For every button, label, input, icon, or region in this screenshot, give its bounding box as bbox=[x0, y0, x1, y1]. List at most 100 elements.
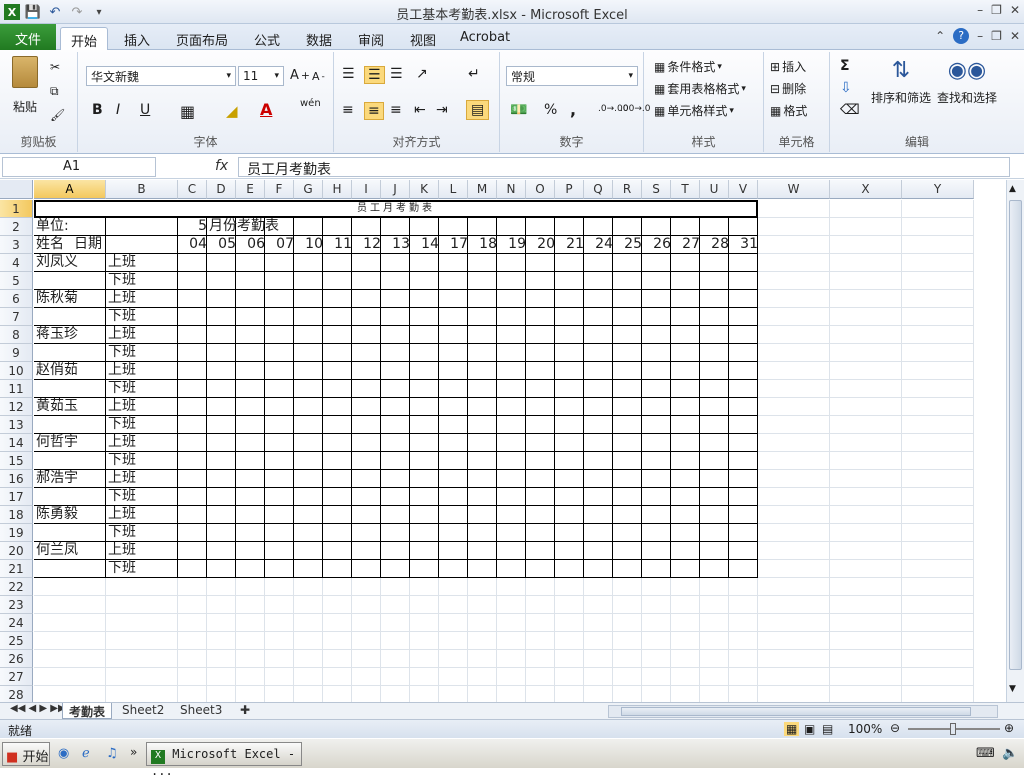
cell[interactable] bbox=[352, 380, 381, 398]
cell[interactable] bbox=[902, 542, 974, 560]
cell[interactable] bbox=[294, 632, 323, 650]
cell[interactable] bbox=[439, 488, 468, 506]
cell[interactable] bbox=[526, 596, 555, 614]
cell[interactable] bbox=[555, 470, 584, 488]
column-header[interactable]: R bbox=[613, 180, 642, 199]
cell[interactable] bbox=[468, 506, 497, 524]
cell[interactable] bbox=[902, 560, 974, 578]
cell[interactable] bbox=[381, 668, 410, 686]
cell[interactable] bbox=[207, 578, 236, 596]
cell[interactable] bbox=[294, 434, 323, 452]
cell[interactable] bbox=[555, 344, 584, 362]
row-header[interactable]: 7 bbox=[0, 308, 33, 326]
cell[interactable] bbox=[902, 596, 974, 614]
cell[interactable] bbox=[410, 524, 439, 542]
tab-review[interactable]: 审阅 bbox=[348, 27, 394, 50]
cell[interactable] bbox=[526, 578, 555, 596]
cell[interactable] bbox=[178, 308, 207, 326]
cell[interactable] bbox=[294, 272, 323, 290]
cell[interactable] bbox=[410, 560, 439, 578]
row-header[interactable]: 10 bbox=[0, 362, 33, 380]
cell[interactable] bbox=[584, 290, 613, 308]
cell[interactable] bbox=[497, 524, 526, 542]
cell[interactable] bbox=[671, 290, 700, 308]
cell[interactable] bbox=[902, 308, 974, 326]
cell[interactable] bbox=[468, 578, 497, 596]
cell[interactable] bbox=[642, 686, 671, 702]
cell[interactable] bbox=[294, 362, 323, 380]
row-header[interactable]: 16 bbox=[0, 470, 33, 488]
cell[interactable] bbox=[671, 452, 700, 470]
cell[interactable] bbox=[439, 506, 468, 524]
cell[interactable] bbox=[468, 344, 497, 362]
cell[interactable] bbox=[671, 434, 700, 452]
cell[interactable] bbox=[410, 308, 439, 326]
cell[interactable] bbox=[729, 254, 758, 272]
cell[interactable] bbox=[178, 596, 207, 614]
cell[interactable] bbox=[642, 488, 671, 506]
cell[interactable] bbox=[671, 596, 700, 614]
cell[interactable] bbox=[381, 632, 410, 650]
cell[interactable] bbox=[526, 416, 555, 434]
cell[interactable] bbox=[468, 218, 497, 236]
cell[interactable] bbox=[758, 362, 830, 380]
delete-cells-button[interactable]: ⊟ 删除 bbox=[770, 80, 806, 97]
cell[interactable] bbox=[671, 416, 700, 434]
insert-cells-button[interactable]: ⊞ 插入 bbox=[770, 58, 806, 75]
cell[interactable] bbox=[830, 488, 902, 506]
cell[interactable] bbox=[178, 650, 207, 668]
cell[interactable] bbox=[468, 560, 497, 578]
cell[interactable] bbox=[613, 488, 642, 506]
cell[interactable] bbox=[178, 470, 207, 488]
insert-function-icon[interactable]: fx bbox=[215, 158, 228, 174]
cell[interactable] bbox=[439, 326, 468, 344]
cell[interactable] bbox=[830, 524, 902, 542]
keyboard-icon[interactable]: ⌨ bbox=[976, 746, 995, 761]
cell[interactable] bbox=[34, 560, 106, 578]
cell[interactable] bbox=[758, 236, 830, 254]
cell[interactable] bbox=[207, 452, 236, 470]
row-header[interactable]: 22 bbox=[0, 578, 33, 596]
column-header[interactable]: M bbox=[468, 180, 497, 199]
underline-button[interactable]: U bbox=[140, 102, 150, 118]
cell[interactable] bbox=[323, 578, 352, 596]
cell[interactable] bbox=[613, 524, 642, 542]
cell[interactable] bbox=[352, 434, 381, 452]
cell[interactable] bbox=[294, 596, 323, 614]
cell[interactable] bbox=[468, 452, 497, 470]
cell[interactable] bbox=[265, 452, 294, 470]
column-header[interactable]: F bbox=[265, 180, 294, 199]
cell[interactable] bbox=[294, 326, 323, 344]
cell[interactable] bbox=[700, 380, 729, 398]
cell[interactable] bbox=[106, 596, 178, 614]
cell[interactable] bbox=[323, 326, 352, 344]
currency-icon[interactable]: 💵 bbox=[510, 102, 527, 118]
row-header[interactable]: 18 bbox=[0, 506, 33, 524]
cell[interactable] bbox=[497, 380, 526, 398]
cell[interactable] bbox=[207, 542, 236, 560]
cell[interactable] bbox=[642, 434, 671, 452]
cell[interactable] bbox=[439, 398, 468, 416]
cell[interactable] bbox=[700, 218, 729, 236]
cell[interactable] bbox=[526, 650, 555, 668]
cell[interactable] bbox=[265, 542, 294, 560]
cell[interactable] bbox=[758, 344, 830, 362]
cell[interactable] bbox=[758, 686, 830, 702]
align-left-icon[interactable]: ≡ bbox=[342, 102, 354, 118]
cell[interactable] bbox=[381, 344, 410, 362]
cell[interactable] bbox=[410, 632, 439, 650]
cell[interactable] bbox=[207, 290, 236, 308]
volume-icon[interactable]: 🔈 bbox=[1002, 746, 1018, 761]
cell[interactable] bbox=[410, 380, 439, 398]
minimize-ribbon-icon[interactable]: ⌃ bbox=[935, 29, 945, 43]
cell[interactable] bbox=[526, 614, 555, 632]
row-header[interactable]: 14 bbox=[0, 434, 33, 452]
cell[interactable] bbox=[410, 470, 439, 488]
cell[interactable] bbox=[410, 506, 439, 524]
cell[interactable] bbox=[178, 488, 207, 506]
cell[interactable] bbox=[468, 470, 497, 488]
cell[interactable] bbox=[700, 596, 729, 614]
merge-center-icon[interactable]: ▤ bbox=[466, 100, 490, 120]
sort-filter-button[interactable]: ⇅ 排序和筛选 bbox=[870, 58, 932, 106]
cell[interactable] bbox=[381, 254, 410, 272]
